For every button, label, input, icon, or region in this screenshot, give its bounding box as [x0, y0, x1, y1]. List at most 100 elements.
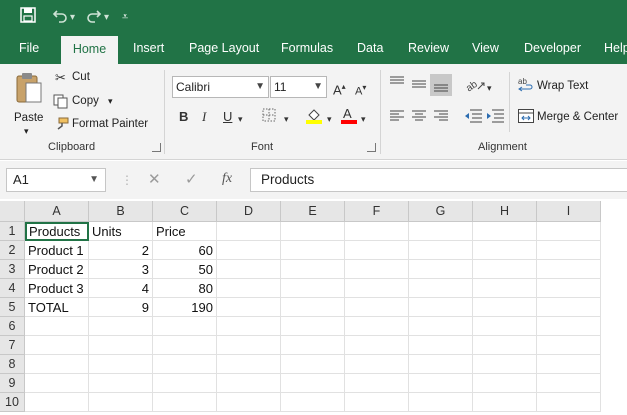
- cell-d10[interactable]: [217, 393, 281, 412]
- cell-f3[interactable]: [345, 260, 409, 279]
- cell-i3[interactable]: [537, 260, 601, 279]
- cell-g10[interactable]: [409, 393, 473, 412]
- orientation-icon[interactable]: ab: [464, 76, 486, 96]
- cell-b6[interactable]: [89, 317, 153, 336]
- column-header-e[interactable]: E: [281, 201, 345, 222]
- cell-a1[interactable]: Products: [25, 222, 89, 241]
- cell-f4[interactable]: [345, 279, 409, 298]
- tab-review[interactable]: Review: [408, 33, 449, 64]
- cell-d8[interactable]: [217, 355, 281, 374]
- cell-c7[interactable]: [153, 336, 217, 355]
- cell-g6[interactable]: [409, 317, 473, 336]
- fill-color-icon[interactable]: [305, 106, 323, 128]
- cell-b8[interactable]: [89, 355, 153, 374]
- format-painter-button[interactable]: Format Painter: [72, 118, 148, 130]
- cell-f1[interactable]: [345, 222, 409, 241]
- cell-e9[interactable]: [281, 374, 345, 393]
- cell-h7[interactable]: [473, 336, 537, 355]
- italic-button[interactable]: I: [202, 109, 206, 125]
- merge-center-button[interactable]: Merge & Center: [537, 111, 618, 123]
- copy-icon[interactable]: [53, 94, 68, 113]
- cell-c10[interactable]: [153, 393, 217, 412]
- redo-dropdown-icon[interactable]: ▾: [104, 9, 109, 27]
- cell-f10[interactable]: [345, 393, 409, 412]
- cell-g1[interactable]: [409, 222, 473, 241]
- cell-d4[interactable]: [217, 279, 281, 298]
- cell-b10[interactable]: [89, 393, 153, 412]
- cell-g2[interactable]: [409, 241, 473, 260]
- cell-a3[interactable]: Product 2: [25, 260, 89, 279]
- row-header-9[interactable]: 9: [0, 374, 25, 393]
- tab-data[interactable]: Data: [357, 33, 383, 64]
- cell-i5[interactable]: [537, 298, 601, 317]
- row-header-2[interactable]: 2: [0, 241, 25, 260]
- cell-f8[interactable]: [345, 355, 409, 374]
- align-right-icon[interactable]: [434, 110, 448, 126]
- tab-file[interactable]: File: [19, 33, 39, 64]
- font-name-select[interactable]: Calibri ▼: [172, 76, 269, 98]
- cell-a4[interactable]: Product 3: [25, 279, 89, 298]
- cell-b9[interactable]: [89, 374, 153, 393]
- cell-c8[interactable]: [153, 355, 217, 374]
- cell-g3[interactable]: [409, 260, 473, 279]
- cell-i2[interactable]: [537, 241, 601, 260]
- cell-b3[interactable]: 3: [89, 260, 153, 279]
- orientation-dropdown-icon[interactable]: ▾: [487, 80, 492, 96]
- cell-e6[interactable]: [281, 317, 345, 336]
- bold-button[interactable]: B: [179, 109, 188, 125]
- formula-input[interactable]: Products: [250, 168, 627, 192]
- decrease-indent-icon[interactable]: [464, 109, 482, 127]
- cell-b1[interactable]: Units: [89, 222, 153, 241]
- tab-help[interactable]: Help: [604, 33, 627, 64]
- cell-e5[interactable]: [281, 298, 345, 317]
- column-header-d[interactable]: D: [217, 201, 281, 222]
- cell-a8[interactable]: [25, 355, 89, 374]
- wrap-text-button[interactable]: Wrap Text: [537, 80, 588, 92]
- cell-h2[interactable]: [473, 241, 537, 260]
- tab-view[interactable]: View: [472, 33, 499, 64]
- undo-dropdown-icon[interactable]: ▾: [70, 9, 75, 27]
- align-top-icon[interactable]: [390, 76, 404, 92]
- copy-dropdown-icon[interactable]: ▾: [108, 96, 113, 107]
- align-bottom-button[interactable]: [430, 74, 452, 96]
- cell-a5[interactable]: TOTAL: [25, 298, 89, 317]
- align-center-icon[interactable]: [412, 110, 426, 126]
- tab-home[interactable]: Home: [61, 36, 118, 64]
- cell-a10[interactable]: [25, 393, 89, 412]
- cell-c5[interactable]: 190: [153, 298, 217, 317]
- cell-e8[interactable]: [281, 355, 345, 374]
- cell-g5[interactable]: [409, 298, 473, 317]
- align-middle-icon[interactable]: [412, 78, 426, 94]
- cell-b4[interactable]: 4: [89, 279, 153, 298]
- cell-b7[interactable]: [89, 336, 153, 355]
- tab-developer[interactable]: Developer: [524, 33, 581, 64]
- grow-font-icon[interactable]: A▴: [333, 79, 346, 98]
- save-icon[interactable]: [20, 7, 36, 23]
- cell-i9[interactable]: [537, 374, 601, 393]
- cell-h6[interactable]: [473, 317, 537, 336]
- wrap-text-icon[interactable]: ab: [518, 77, 534, 97]
- cell-g4[interactable]: [409, 279, 473, 298]
- underline-button[interactable]: U: [223, 109, 232, 125]
- cell-d9[interactable]: [217, 374, 281, 393]
- cell-h9[interactable]: [473, 374, 537, 393]
- cell-i6[interactable]: [537, 317, 601, 336]
- cell-e10[interactable]: [281, 393, 345, 412]
- cell-c9[interactable]: [153, 374, 217, 393]
- cell-i7[interactable]: [537, 336, 601, 355]
- cell-c1[interactable]: Price: [153, 222, 217, 241]
- column-header-f[interactable]: F: [345, 201, 409, 222]
- column-header-g[interactable]: G: [409, 201, 473, 222]
- row-header-10[interactable]: 10: [0, 393, 25, 412]
- cell-b5[interactable]: 9: [89, 298, 153, 317]
- paste-button[interactable]: Paste ▾: [10, 70, 48, 136]
- align-left-icon[interactable]: [390, 110, 404, 126]
- cell-h10[interactable]: [473, 393, 537, 412]
- customize-icon[interactable]: ⩡: [122, 8, 128, 26]
- font-launcher-icon[interactable]: [367, 143, 376, 152]
- cell-e3[interactable]: [281, 260, 345, 279]
- cell-i1[interactable]: [537, 222, 601, 241]
- cancel-icon[interactable]: ✕: [148, 171, 161, 189]
- cell-d6[interactable]: [217, 317, 281, 336]
- cell-e1[interactable]: [281, 222, 345, 241]
